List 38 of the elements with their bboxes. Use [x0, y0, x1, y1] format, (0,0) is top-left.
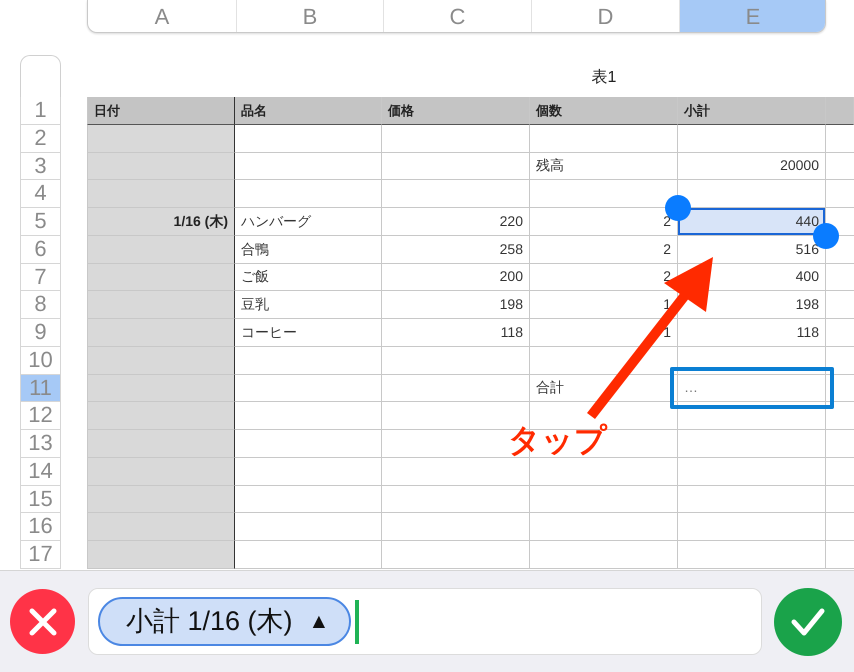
row-header[interactable]: 9 — [20, 319, 61, 347]
header-cell: 日付 — [87, 97, 235, 125]
table-cell: 440 — [678, 208, 826, 236]
row-header[interactable]: 5 — [20, 208, 61, 236]
row-header[interactable]: 3 — [20, 152, 61, 180]
column-header[interactable]: A — [88, 0, 236, 32]
column-header[interactable]: B — [236, 0, 383, 32]
row-header[interactable]: 6 — [20, 236, 61, 264]
token-menu-caret[interactable]: ▲ — [308, 606, 330, 638]
annotation-label: タップ — [508, 424, 607, 456]
row-header[interactable]: 17 — [20, 541, 61, 569]
row-header[interactable]: 2 — [20, 124, 61, 152]
checkmark-icon — [790, 606, 826, 636]
table-title: 表1 — [592, 69, 616, 86]
reference-token[interactable]: 小計 1/16 (木) ▲ — [98, 597, 352, 646]
row-header[interactable]: 13 — [20, 430, 61, 458]
row-header[interactable]: 11 — [20, 374, 61, 402]
row-header[interactable]: 8 — [20, 291, 61, 319]
header-cell — [826, 97, 854, 125]
close-icon — [28, 606, 58, 636]
header-corner — [20, 55, 61, 97]
row-header[interactable]: 16 — [20, 513, 61, 541]
header-cell: 品名 — [235, 97, 382, 125]
column-header[interactable]: C — [383, 0, 531, 32]
formula-input-field[interactable]: 小計 1/16 (木) ▲ — [88, 588, 762, 655]
header-cell: 個数 — [530, 97, 678, 125]
header-cell: 小計 — [678, 97, 826, 125]
header-cell: 価格 — [382, 97, 530, 125]
column-header[interactable]: E — [679, 0, 825, 32]
text-cursor — [355, 600, 360, 644]
table-cell: 1/16 (木) — [87, 208, 235, 236]
row-header[interactable]: 10 — [20, 346, 61, 374]
row-header[interactable]: 1 — [20, 97, 61, 125]
row-header[interactable]: 7 — [20, 264, 61, 292]
row-header[interactable]: 12 — [20, 402, 61, 430]
row-header[interactable]: 15 — [20, 486, 61, 514]
row-header[interactable]: 4 — [20, 180, 61, 208]
row-header[interactable]: 14 — [20, 458, 61, 486]
